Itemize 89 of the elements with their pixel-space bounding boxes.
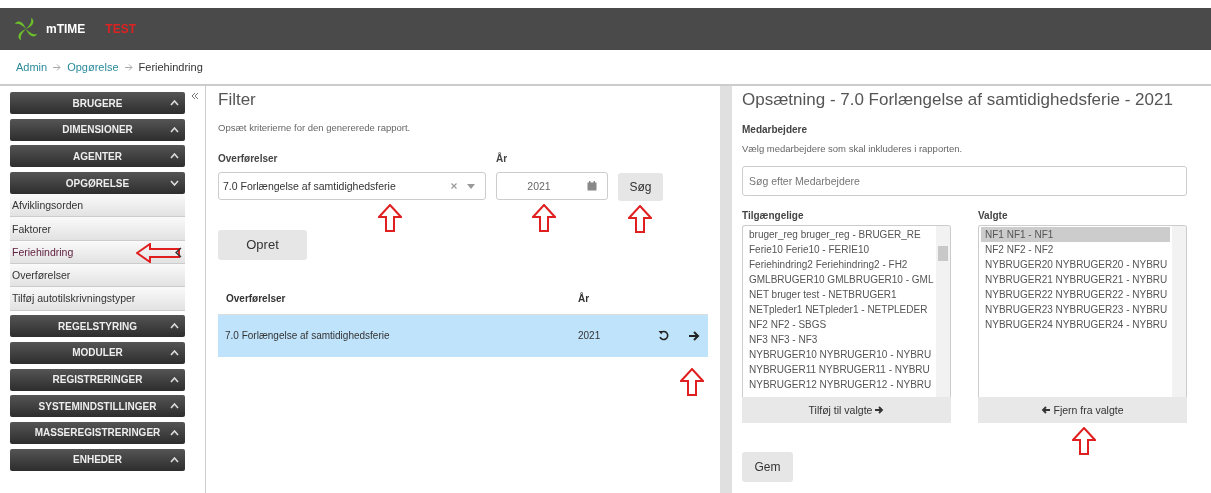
sidebar-section[interactable]: SYSTEMINDSTILLINGER — [10, 395, 185, 418]
logo-icon — [12, 15, 40, 43]
arrow-right-icon — [124, 63, 133, 71]
list-label: Tilgængelige — [742, 210, 805, 221]
table-cell-text: 7.0 Forlængelse af samtidighedsferie — [224, 330, 391, 341]
arrow-right-icon — [53, 63, 62, 71]
list-item[interactable]: Ferie10 Ferie10 - FERIE10 — [745, 242, 934, 257]
table-row[interactable]: 7.0 Forlængelse af samtidighedsferie 2021 — [218, 314, 708, 357]
chevron-up-icon — [170, 126, 179, 133]
list-item[interactable]: NYBRUGER20 NYBRUGER20 - NYBRU — [981, 257, 1170, 272]
arrow-right-icon[interactable] — [689, 330, 700, 341]
environment-label: TEST — [105, 22, 136, 36]
sidebar-section[interactable]: AGENTER — [10, 145, 185, 168]
panel-title: Filter — [218, 90, 257, 110]
list-item[interactable]: NF2 NF2 - SBGS — [745, 317, 934, 332]
search-button[interactable]: Søg — [618, 173, 663, 201]
list-item[interactable]: GMLBRUGER10 GMLBRUGER10 - GML — [745, 272, 934, 287]
arrow-left-icon — [1041, 406, 1051, 414]
sidebar-section[interactable]: REGELSTYRING — [10, 315, 185, 338]
sidebar-section[interactable]: REGISTRERINGER — [10, 368, 185, 391]
list-item[interactable]: NYBRUGER24 NYBRUGER24 - NYBRU — [981, 317, 1170, 332]
column-header: År — [578, 293, 591, 304]
chevron-up-icon — [170, 376, 179, 383]
field-label: Overførelser — [218, 153, 279, 164]
sidebar-item[interactable]: Tilføj autotilskrivningstyper — [10, 287, 185, 311]
chevron-down-icon — [170, 180, 179, 187]
column-header: Overførelser — [225, 293, 287, 304]
field-label: År — [496, 153, 509, 164]
save-button[interactable]: Gem — [742, 452, 793, 482]
sidebar-item[interactable]: Overførelser — [10, 263, 185, 288]
panel-title: Opsætning - 7.0 Forlængelse af samtidighedsferie - 2021 — [742, 90, 1174, 110]
sidebar-section[interactable]: MODULER — [10, 341, 185, 364]
list-item[interactable]: NYBRUGER23 NYBRUGER23 - NYBRU — [981, 302, 1170, 317]
table-cell-text: 2021 — [578, 330, 602, 341]
section-label: Medarbejdere — [742, 124, 809, 135]
add-button[interactable]: Tilføj til valgte — [742, 397, 951, 423]
sidebar-section[interactable]: ENHEDER — [10, 448, 185, 471]
list-item[interactable]: NYBRUGER12 NYBRUGER12 - NYBRU — [745, 377, 934, 392]
transfer-select[interactable]: 7.0 Forlængelse af samtidighedsferie — [218, 172, 486, 200]
list-item[interactable]: NYBRUGER21 NYBRUGER21 - NYBRU — [981, 272, 1170, 287]
dropdown-caret-icon — [467, 183, 475, 189]
description: Opsæt kriterierne for den genererede rapport. — [218, 122, 412, 133]
scrollbar[interactable] — [1172, 226, 1186, 397]
year-field[interactable]: 2021 — [496, 172, 608, 200]
chevron-up-icon — [170, 456, 179, 463]
annotation-arrow-icon — [136, 242, 180, 263]
collapse-icon[interactable] — [191, 92, 199, 100]
chevron-left-icon — [175, 246, 182, 258]
list-label: Valgte — [978, 210, 1009, 221]
list-item[interactable]: NF3 NF3 - NF3 — [745, 332, 934, 347]
list-item[interactable]: NF1 NF1 - NF1 — [981, 227, 1170, 242]
chevron-up-icon — [170, 100, 179, 106]
list-item[interactable]: NF2 NF2 - NF2 — [981, 242, 1170, 257]
list-item[interactable]: NYBRUGER10 NYBRUGER10 - NYBRU — [745, 347, 934, 362]
arrow-right-icon — [875, 406, 885, 414]
sidebar-section[interactable]: MASSEREGISTRERINGER — [10, 422, 185, 444]
annotation-arrow-icon — [532, 204, 556, 232]
undo-icon[interactable] — [658, 330, 669, 341]
list-item[interactable]: Feriehindring2 Feriehindring2 - FH2 — [745, 257, 934, 272]
search-field[interactable]: Søg efter Medarbejdere — [742, 166, 1187, 196]
sidebar-section[interactable]: BRUGERE — [10, 92, 185, 114]
breadcrumb-link[interactable]: Opgørelse — [67, 61, 119, 73]
clear-icon[interactable] — [451, 183, 457, 189]
breadcrumb-current: Feriehindring — [138, 61, 203, 73]
calendar-icon — [587, 181, 597, 191]
remove-button[interactable]: Fjern fra valgte — [978, 397, 1187, 423]
app-name: mTIME — [46, 22, 86, 36]
breadcrumb-link[interactable]: Admin — [16, 61, 48, 73]
list-item[interactable]: NET bruger test - NETBRUGER1 — [745, 287, 934, 302]
chevron-up-icon — [170, 403, 179, 410]
sidebar-item[interactable]: Faktorer — [10, 217, 185, 241]
sidebar-section[interactable]: DIMENSIONER — [10, 118, 185, 141]
chevron-up-icon — [170, 349, 179, 356]
chevron-up-icon — [170, 430, 179, 436]
sidebar-item[interactable]: Afviklingsorden — [10, 194, 185, 218]
chevron-up-icon — [170, 153, 179, 160]
description: Vælg medarbejdere som skal inkluderes i rapporten. — [742, 143, 964, 154]
chevron-up-icon — [170, 323, 179, 330]
create-button[interactable]: Opret — [218, 229, 307, 260]
sidebar-section[interactable]: OPGØRELSE — [10, 172, 185, 195]
list-item[interactable]: NETpleder1 NETpleder1 - NETPLEDER — [745, 302, 934, 317]
scrollbar[interactable] — [936, 226, 950, 397]
annotation-arrow-icon — [378, 204, 402, 232]
list-item[interactable]: NYBRUGER11 NYBRUGER11 - NYBRU — [745, 362, 934, 377]
list-item[interactable]: NYBRUGER22 NYBRUGER22 - NYBRU — [981, 287, 1170, 302]
annotation-arrow-icon — [1072, 427, 1096, 455]
list-item[interactable]: bruger_reg bruger_reg - BRUGER_RE — [745, 227, 934, 242]
annotation-arrow-icon — [680, 367, 704, 396]
annotation-arrow-icon — [628, 205, 652, 233]
